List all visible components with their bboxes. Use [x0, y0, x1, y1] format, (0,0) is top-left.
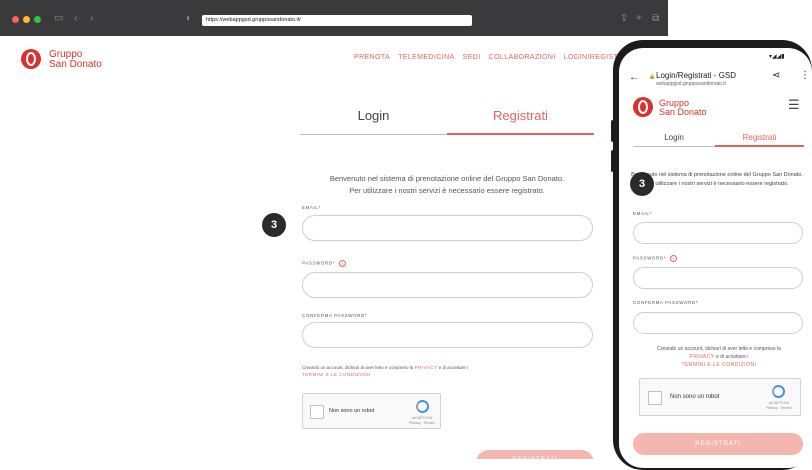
recaptcha-label: Non sono un robot [329, 408, 375, 414]
tab-login[interactable]: Login [633, 133, 715, 142]
phone-url[interactable]: webappgsd.grupposandonato.it [656, 81, 726, 87]
nav-sedi[interactable]: SEDI [463, 54, 481, 61]
phone-screen: ▾◢◢▮ ← 🔒 Login/Registrati - GSD webappgs… [619, 48, 812, 468]
sidebar-toggle-icon[interactable]: ▭ [54, 13, 63, 25]
phone-volume-down [611, 150, 615, 172]
welcome-text: Benvenuto nel sistema di prenotazione on… [631, 172, 803, 187]
privacy-shield-icon[interactable]: ◐ [186, 13, 192, 25]
step-badge: 3 [630, 172, 654, 196]
phone-volume-up [611, 120, 615, 142]
new-tab-icon[interactable]: + [636, 13, 642, 25]
confirm-password-field[interactable] [633, 312, 803, 334]
info-icon[interactable]: i [339, 260, 347, 267]
back-arrow-icon[interactable]: ← [629, 72, 639, 83]
recaptcha-label: Non sono un robot [670, 394, 720, 400]
confirm-password-label: CONFERMA PASSWORD* [633, 300, 699, 305]
register-submit-button[interactable]: REGISTRATI [476, 450, 594, 459]
password-field[interactable] [302, 272, 593, 298]
email-field[interactable] [633, 222, 803, 244]
nav-telemedicina[interactable]: TELEMEDICINA [398, 54, 455, 61]
register-submit-button[interactable]: REGISTRATI [633, 433, 803, 455]
more-menu-icon[interactable]: ⋮ [800, 70, 810, 81]
tab-login[interactable]: Login [300, 108, 447, 123]
terms-notice: Creando un account, dichiari di aver let… [302, 365, 469, 377]
password-label: PASSWORD* i [633, 255, 678, 262]
info-icon[interactable]: i [670, 255, 678, 262]
share-icon[interactable]: ⇪ [620, 13, 628, 25]
terms-notice: Creando un account, dichiari di aver let… [657, 346, 781, 368]
privacy-link[interactable]: PRIVACY [415, 365, 438, 370]
close-window-button[interactable] [12, 16, 19, 23]
gsd-logo-icon[interactable] [21, 49, 41, 69]
recaptcha-logo-icon [416, 400, 429, 413]
share-icon[interactable]: ⋖ [772, 70, 780, 81]
address-bar[interactable]: https://webappgsd.grupposandonato.it/ [202, 15, 472, 26]
recaptcha-logo-icon [772, 385, 785, 398]
active-tab-indicator [447, 133, 594, 135]
signal-battery-icon: ▾◢◢▮ [769, 54, 785, 60]
back-arrow-icon[interactable]: ‹ [74, 13, 77, 25]
recaptcha-brand: reCAPTCHA Privacy - Termini [766, 401, 792, 410]
recaptcha-widget: Non sono un robot reCAPTCHA Privacy - Te… [639, 378, 801, 416]
phone-page-title: Login/Registrati - GSD [656, 71, 737, 80]
welcome-text: Benvenuto nel sistema di prenotazione on… [329, 174, 565, 195]
terms-link[interactable]: TERMINI E LE CONDIZIONI [681, 362, 756, 368]
nav-prenota[interactable]: PRENOTA [354, 54, 390, 61]
recaptcha-widget: Non sono un robot reCAPTCHA Privacy - Te… [302, 393, 441, 429]
tab-overview-icon[interactable]: ⧉ [652, 13, 659, 25]
confirm-password-field[interactable] [302, 322, 593, 348]
password-label: PASSWORD* i [302, 260, 347, 267]
tab-registrati[interactable]: Registrati [447, 108, 594, 123]
brand-name[interactable]: Gruppo San Donato [49, 50, 102, 70]
phone-url-row: ← 🔒 Login/Registrati - GSD webappgsd.gru… [619, 70, 812, 90]
active-tab-indicator [715, 145, 804, 147]
phone-status-bar: ▾◢◢▮ [619, 48, 812, 68]
hamburger-menu-icon[interactable]: ☰ [788, 97, 800, 113]
minimize-window-button[interactable] [23, 16, 30, 23]
lock-icon: 🔒 [649, 74, 656, 80]
nav-collaborazioni[interactable]: COLLABORAZIONI [489, 54, 556, 61]
main-navigation: PRENOTA TELEMEDICINA SEDI COLLABORAZIONI… [354, 54, 635, 61]
email-field[interactable] [302, 215, 593, 241]
maximize-window-button[interactable] [34, 16, 41, 23]
password-field[interactable] [633, 267, 803, 289]
email-label: EMAIL* [302, 205, 321, 210]
forward-arrow-icon[interactable]: › [90, 13, 93, 25]
site-header: Gruppo San Donato PRENOTA TELEMEDICINA S… [0, 36, 668, 88]
tab-divider [300, 134, 447, 135]
recaptcha-checkbox[interactable] [648, 391, 662, 405]
brand-name[interactable]: Gruppo San Donato [659, 99, 707, 117]
privacy-link[interactable]: PRIVACY [689, 354, 714, 360]
browser-titlebar: ▭ ‹ › ◐ https://webappgsd.grupposandonat… [0, 0, 668, 36]
email-label: EMAIL* [633, 211, 652, 216]
tab-registrati[interactable]: Registrati [715, 133, 804, 142]
terms-link[interactable]: TERMINI E LE CONDIZIONI [302, 372, 371, 377]
recaptcha-brand: reCAPTCHA Privacy - Termini [409, 416, 435, 425]
desktop-browser-window: ▭ ‹ › ◐ https://webappgsd.grupposandonat… [0, 0, 668, 459]
auth-tabs: Login Registrati [300, 108, 594, 136]
confirm-password-label: CONFERMA PASSWORD* [302, 313, 368, 318]
recaptcha-checkbox[interactable] [310, 405, 324, 419]
gsd-logo-icon[interactable] [633, 97, 653, 117]
tab-divider [633, 146, 715, 147]
step-badge: 3 [262, 213, 286, 237]
